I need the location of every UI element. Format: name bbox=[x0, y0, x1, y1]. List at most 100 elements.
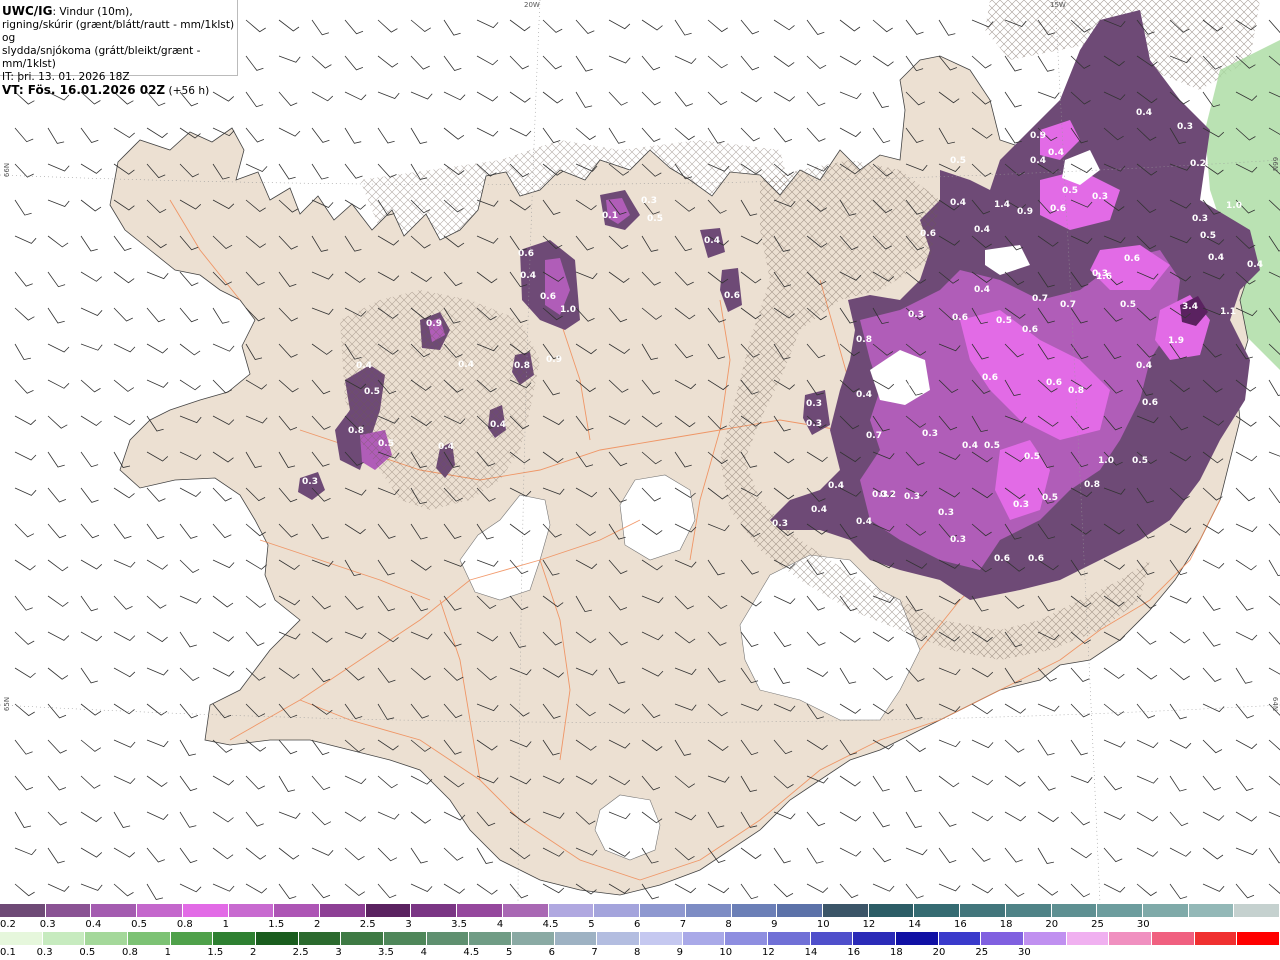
legend-swatch bbox=[1188, 904, 1235, 917]
precip-value-label: 0.2 bbox=[880, 490, 896, 500]
precip-value-label: 0.8 bbox=[856, 335, 872, 345]
lead-time: (+56 h) bbox=[165, 85, 210, 97]
legend-label: 6 bbox=[548, 947, 556, 958]
weather-map: 0.4 0.3 0.9 0.4 0.5 0.4 0.5 0.3 0.6 0.9 1.0 1.4 0.4 0… bbox=[0, 0, 1280, 903]
precip-value-label: 0.3 bbox=[922, 429, 938, 439]
precip-value-label: 0.5 bbox=[908, 379, 924, 389]
precip-value-label: 1.0 bbox=[1098, 456, 1114, 466]
precip-value-label: 0.9 bbox=[1030, 131, 1046, 141]
legend-label: 14 bbox=[908, 919, 922, 930]
legend-swatch bbox=[554, 932, 598, 945]
precip-value-label: 1.9 bbox=[1168, 336, 1184, 346]
legend-swatch bbox=[91, 904, 138, 917]
legend-swatch bbox=[469, 932, 513, 945]
precip-value-label: 0.4 bbox=[950, 198, 966, 208]
legend-swatch bbox=[640, 904, 686, 917]
legend-label: 7 bbox=[679, 919, 687, 930]
precip-value-label: 0.9 bbox=[1017, 207, 1033, 217]
precip-value-label: 0.9 bbox=[426, 319, 442, 329]
legend-swatch bbox=[128, 932, 171, 945]
legend-label: 1 bbox=[222, 919, 229, 930]
legend-swatch bbox=[640, 932, 683, 945]
legend-swatch bbox=[137, 904, 183, 917]
legend-label: 0.8 bbox=[122, 947, 138, 958]
precip-value-label: 0.3 bbox=[904, 492, 920, 502]
legend-label: 0.5 bbox=[131, 919, 148, 930]
graticule-label-65n-left: 65N bbox=[3, 696, 12, 712]
precip-value-label: 0.5 bbox=[1024, 452, 1040, 462]
precip-value-label: 0.3 bbox=[1192, 214, 1208, 224]
precip-value-label: 0.3 bbox=[1013, 500, 1029, 510]
legend-swatch bbox=[1051, 904, 1098, 917]
legend-label: 0.4 bbox=[85, 919, 102, 930]
legend-swatch bbox=[502, 904, 549, 917]
precip-value-label: 0.7 bbox=[1032, 294, 1048, 304]
precip-value-label: 0.4 bbox=[1208, 253, 1224, 263]
legend-label: 14 bbox=[804, 947, 818, 958]
legend-label: 6 bbox=[634, 919, 641, 930]
legend-label: 9 bbox=[771, 919, 778, 930]
precip-value-label: 1.4 bbox=[994, 200, 1010, 210]
precip-value-label: 1.6 bbox=[1096, 272, 1112, 282]
precip-value-label: 1.0 bbox=[560, 305, 576, 315]
legend-swatch bbox=[213, 932, 257, 945]
precip-value-label: 0.6 bbox=[952, 313, 968, 323]
legend-swatch bbox=[512, 932, 555, 945]
precip-value-label: 0.5 bbox=[950, 156, 966, 166]
legend-swatch bbox=[320, 904, 366, 917]
legend-label: 4.5 bbox=[463, 947, 480, 958]
legend-swatch bbox=[1005, 904, 1052, 917]
legend-swatch bbox=[1097, 904, 1143, 917]
precip-value-label: 0.4 bbox=[520, 271, 536, 281]
legend-swatch bbox=[938, 932, 982, 945]
precip-value-label: 0.4 bbox=[490, 420, 506, 430]
legend-swatch bbox=[597, 932, 641, 945]
legend-label: 5 bbox=[506, 947, 513, 958]
precip-value-label: 0.4 bbox=[704, 236, 720, 246]
precip-value-label: 0.8 bbox=[1084, 480, 1100, 490]
legend-label: 8 bbox=[634, 947, 641, 958]
precip-value-label: 0.6 bbox=[982, 373, 998, 383]
legend-swatch bbox=[365, 904, 412, 917]
precip-value-label: 0.4 bbox=[458, 360, 474, 370]
legend-swatch bbox=[457, 904, 503, 917]
legend-swatch bbox=[731, 904, 778, 917]
precip-value-label: 0.3 bbox=[1092, 192, 1108, 202]
precip-value-label: 0.4 bbox=[1136, 361, 1152, 371]
legend-label: 7 bbox=[591, 947, 598, 958]
precip-value-label: 0.6 bbox=[994, 554, 1010, 564]
precip-value-label: 1.0 bbox=[1226, 201, 1242, 211]
legend-label: 2.5 bbox=[359, 919, 376, 930]
precip-value-label: 0.5 bbox=[984, 441, 1000, 451]
legend-label: 5 bbox=[588, 919, 595, 930]
legend-swatch bbox=[868, 904, 915, 917]
precip-value-label: 1.1 bbox=[1220, 307, 1236, 317]
precip-value-label: 0.3 bbox=[938, 508, 954, 518]
legend-label: 1 bbox=[164, 947, 172, 958]
title-line1: : Vindur (10m), bbox=[52, 6, 133, 18]
precip-value-label: 0.4 bbox=[1136, 108, 1152, 118]
legend-label: 12 bbox=[862, 919, 876, 930]
legend-label: 18 bbox=[999, 919, 1013, 930]
legend-label: 0.2 bbox=[0, 919, 16, 930]
precip-value-label: 0.6 bbox=[1142, 398, 1158, 408]
legend-label: 16 bbox=[954, 919, 967, 930]
legend-label: 12 bbox=[762, 947, 775, 958]
legend-label: 1.5 bbox=[268, 919, 285, 930]
graticule-label-66n-right: 66N bbox=[1271, 156, 1280, 172]
precip-value-label: 0.6 bbox=[1028, 554, 1044, 564]
legend-swatch bbox=[298, 932, 342, 945]
precip-value-label: 0.5 bbox=[1200, 231, 1216, 241]
precip-value-label: 0.5 bbox=[1132, 456, 1148, 466]
precip-value-label: 0.6 bbox=[518, 249, 534, 259]
legend-swatch bbox=[682, 932, 726, 945]
legend-label: 10 bbox=[816, 919, 830, 930]
legend-label: 2 bbox=[250, 947, 257, 958]
precip-value-label: 0.4 bbox=[974, 225, 990, 235]
precip-value-label: 0.8 bbox=[348, 426, 364, 436]
precip-value-label: 0.6 bbox=[920, 229, 936, 239]
legend-label: 30 bbox=[1136, 919, 1150, 930]
legend-swatch bbox=[822, 904, 869, 917]
precip-value-label: 0.4 bbox=[1247, 260, 1263, 270]
precip-value-label: 0.4 bbox=[828, 481, 844, 491]
